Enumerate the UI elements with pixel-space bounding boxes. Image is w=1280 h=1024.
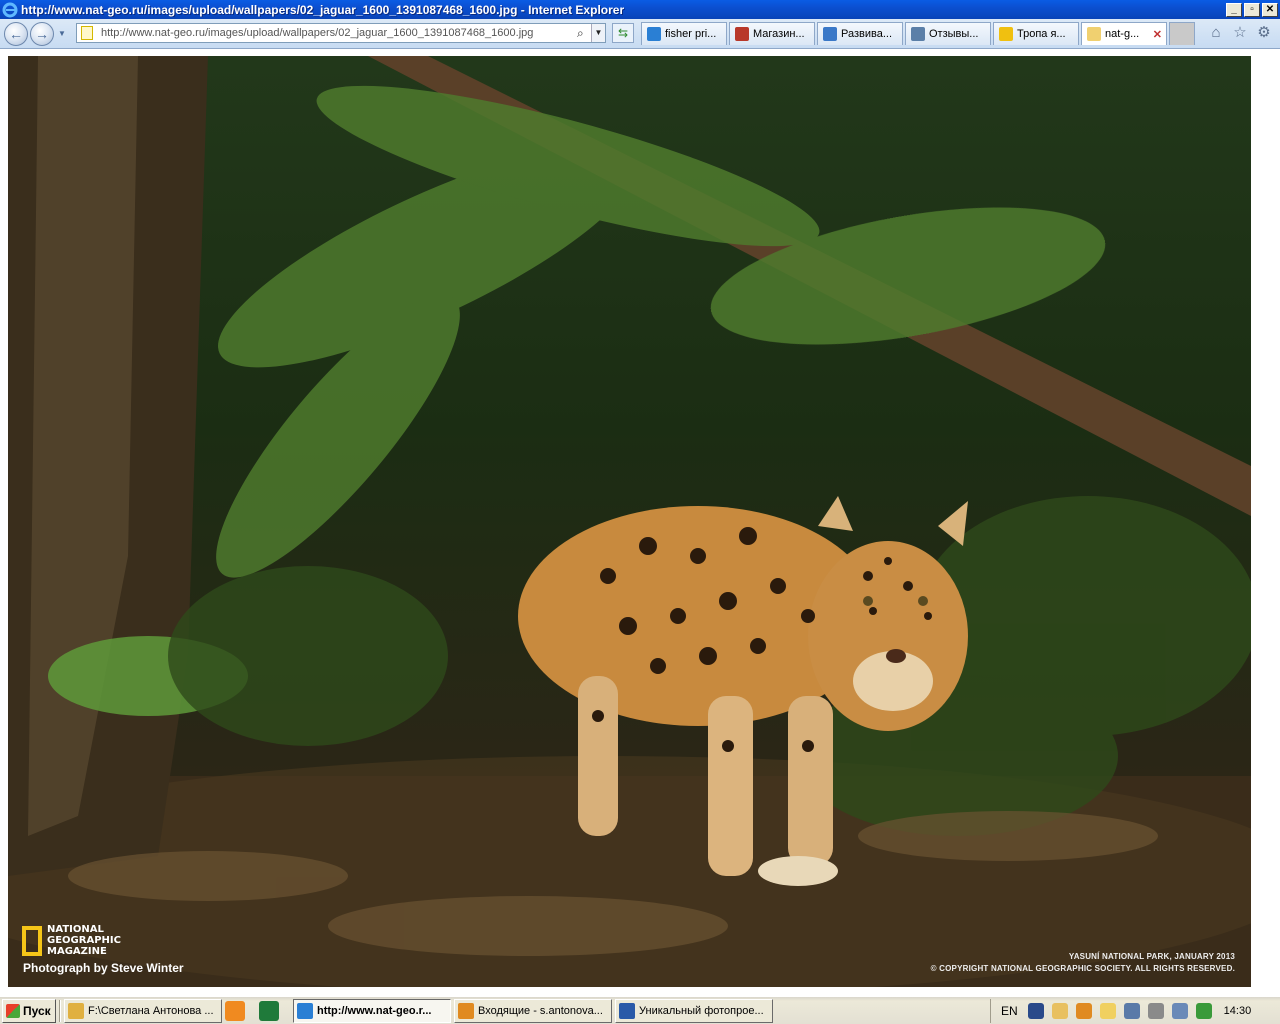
home-icon[interactable]: ⌂: [1208, 25, 1224, 41]
update-icon[interactable]: [1195, 1003, 1212, 1019]
copyright-caption: © COPYRIGHT NATIONAL GEOGRAPHIC SOCIETY.…: [930, 964, 1235, 973]
task-label: http://www.nat-geo.r...: [317, 1004, 432, 1017]
tab-label: nat-g...: [1105, 28, 1140, 40]
tab-favicon-icon: [647, 27, 661, 41]
gear-icon[interactable]: ⚙: [1256, 25, 1272, 41]
task-label: F:\Светлана Антонова ...: [88, 1004, 214, 1017]
park-caption: YASUNÍ NATIONAL PARK, JANUARY 2013: [1068, 952, 1235, 961]
tab-favicon-icon: [1087, 27, 1101, 41]
tab-1[interactable]: Магазин...: [729, 22, 815, 45]
antivirus-icon[interactable]: [1123, 1003, 1140, 1019]
favorites-star-icon[interactable]: ☆: [1232, 25, 1248, 41]
yellow-frame-icon: [22, 925, 42, 956]
tab-favicon-icon: [823, 27, 837, 41]
display-icon[interactable]: [1171, 1003, 1188, 1019]
tab-favicon-icon: [911, 27, 925, 41]
tab-label: Магазин...: [753, 28, 805, 40]
compatibility-view-button[interactable]: ⇆: [612, 23, 634, 43]
search-icon[interactable]: ⌕: [577, 26, 591, 41]
close-tab-icon[interactable]: ✕: [1153, 28, 1162, 41]
taskbar-separator: [59, 999, 61, 1022]
address-bar[interactable]: http://www.nat-geo.ru/images/upload/wall…: [76, 23, 606, 43]
notes-icon[interactable]: [1099, 1003, 1116, 1019]
logo-line-1: NATIONAL: [47, 924, 104, 935]
jaguar-photograph: NATIONAL GEOGRAPHIC MAGAZINE Photograph …: [8, 56, 1251, 987]
photo-credit: Photograph by Steve Winter: [23, 961, 184, 975]
windows-flag-icon: [6, 1003, 20, 1018]
tab-0[interactable]: fisher pri...: [641, 22, 727, 45]
national-geographic-logo: NATIONAL GEOGRAPHIC MAGAZINE: [22, 924, 121, 957]
tab-label: Отзывы...: [929, 28, 979, 40]
tab-label: fisher pri...: [665, 28, 717, 40]
tab-strip: fisher pri... Магазин... Развива... Отзы…: [641, 22, 1197, 47]
window-titlebar: http://www.nat-geo.ru/images/upload/wall…: [0, 0, 1280, 19]
new-tab-button[interactable]: [1169, 22, 1195, 45]
start-label: Пуск: [23, 1003, 51, 1018]
back-button[interactable]: ←: [4, 22, 28, 46]
history-dropdown-icon[interactable]: ▼: [58, 29, 68, 39]
task-label: Уникальный фотопрое...: [639, 1004, 764, 1017]
refresh-arrows-icon: ⇆: [617, 26, 629, 40]
volume-icon[interactable]: [1147, 1003, 1164, 1019]
outlook-icon: [458, 1002, 474, 1019]
system-tray: EN 14:30: [990, 999, 1280, 1023]
forward-button[interactable]: →: [30, 22, 54, 46]
excel-icon[interactable]: [259, 1000, 279, 1021]
arrow-right-icon: →: [35, 26, 49, 42]
address-dropdown-icon[interactable]: ▼: [591, 24, 605, 42]
task-label: Входящие - s.antonova...: [478, 1004, 603, 1017]
maximize-button[interactable]: ▫: [1244, 2, 1260, 17]
navigation-bar: ← → ▼ http://www.nat-geo.ru/images/uploa…: [0, 19, 1280, 49]
minimize-button[interactable]: _: [1226, 2, 1242, 17]
close-button[interactable]: ✕: [1262, 2, 1278, 17]
outlook-tray-icon[interactable]: [1075, 1003, 1092, 1019]
windows-taskbar: Пуск F:\Светлана Антонова ... http://www…: [0, 996, 1280, 1024]
tab-label: Развива...: [841, 28, 893, 40]
internet-explorer-icon: [2, 2, 18, 17]
tab-4[interactable]: Тропа я...: [993, 22, 1079, 45]
page-content: NATIONAL GEOGRAPHIC MAGAZINE Photograph …: [0, 50, 1280, 996]
window-title: http://www.nat-geo.ru/images/upload/wall…: [21, 2, 625, 17]
tab-3[interactable]: Отзывы...: [905, 22, 991, 45]
media-player-icon[interactable]: [225, 1000, 245, 1021]
taskbar-task-word[interactable]: Уникальный фотопрое...: [615, 998, 773, 1023]
address-url[interactable]: http://www.nat-geo.ru/images/upload/wall…: [101, 27, 577, 39]
taskbar-task-outlook[interactable]: Входящие - s.antonova...: [454, 998, 612, 1023]
language-indicator[interactable]: EN: [1001, 1004, 1018, 1018]
logo-line-3: MAGAZINE: [47, 946, 107, 957]
mail-icon[interactable]: [1051, 1003, 1068, 1019]
internet-explorer-icon: [297, 1002, 313, 1019]
taskbar-task-explorer[interactable]: F:\Светлана Антонова ...: [64, 998, 222, 1023]
tab-favicon-icon: [999, 27, 1013, 41]
folder-icon: [68, 1002, 84, 1019]
tab-2[interactable]: Развива...: [817, 22, 903, 45]
page-icon: [81, 26, 93, 40]
jungle-scene: [8, 56, 1251, 987]
start-button[interactable]: Пуск: [2, 998, 56, 1023]
logo-line-2: GEOGRAPHIC: [47, 935, 121, 946]
tab-label: Тропа я...: [1017, 28, 1066, 40]
taskbar-task-ie[interactable]: http://www.nat-geo.r...: [293, 998, 451, 1023]
word-icon: [619, 1002, 635, 1019]
tab-favicon-icon: [735, 27, 749, 41]
arrow-left-icon: ←: [9, 26, 23, 42]
tab-5-active[interactable]: nat-g... ✕: [1081, 22, 1167, 45]
clock: 14:30: [1223, 1005, 1252, 1017]
network-icon[interactable]: [1027, 1003, 1044, 1019]
